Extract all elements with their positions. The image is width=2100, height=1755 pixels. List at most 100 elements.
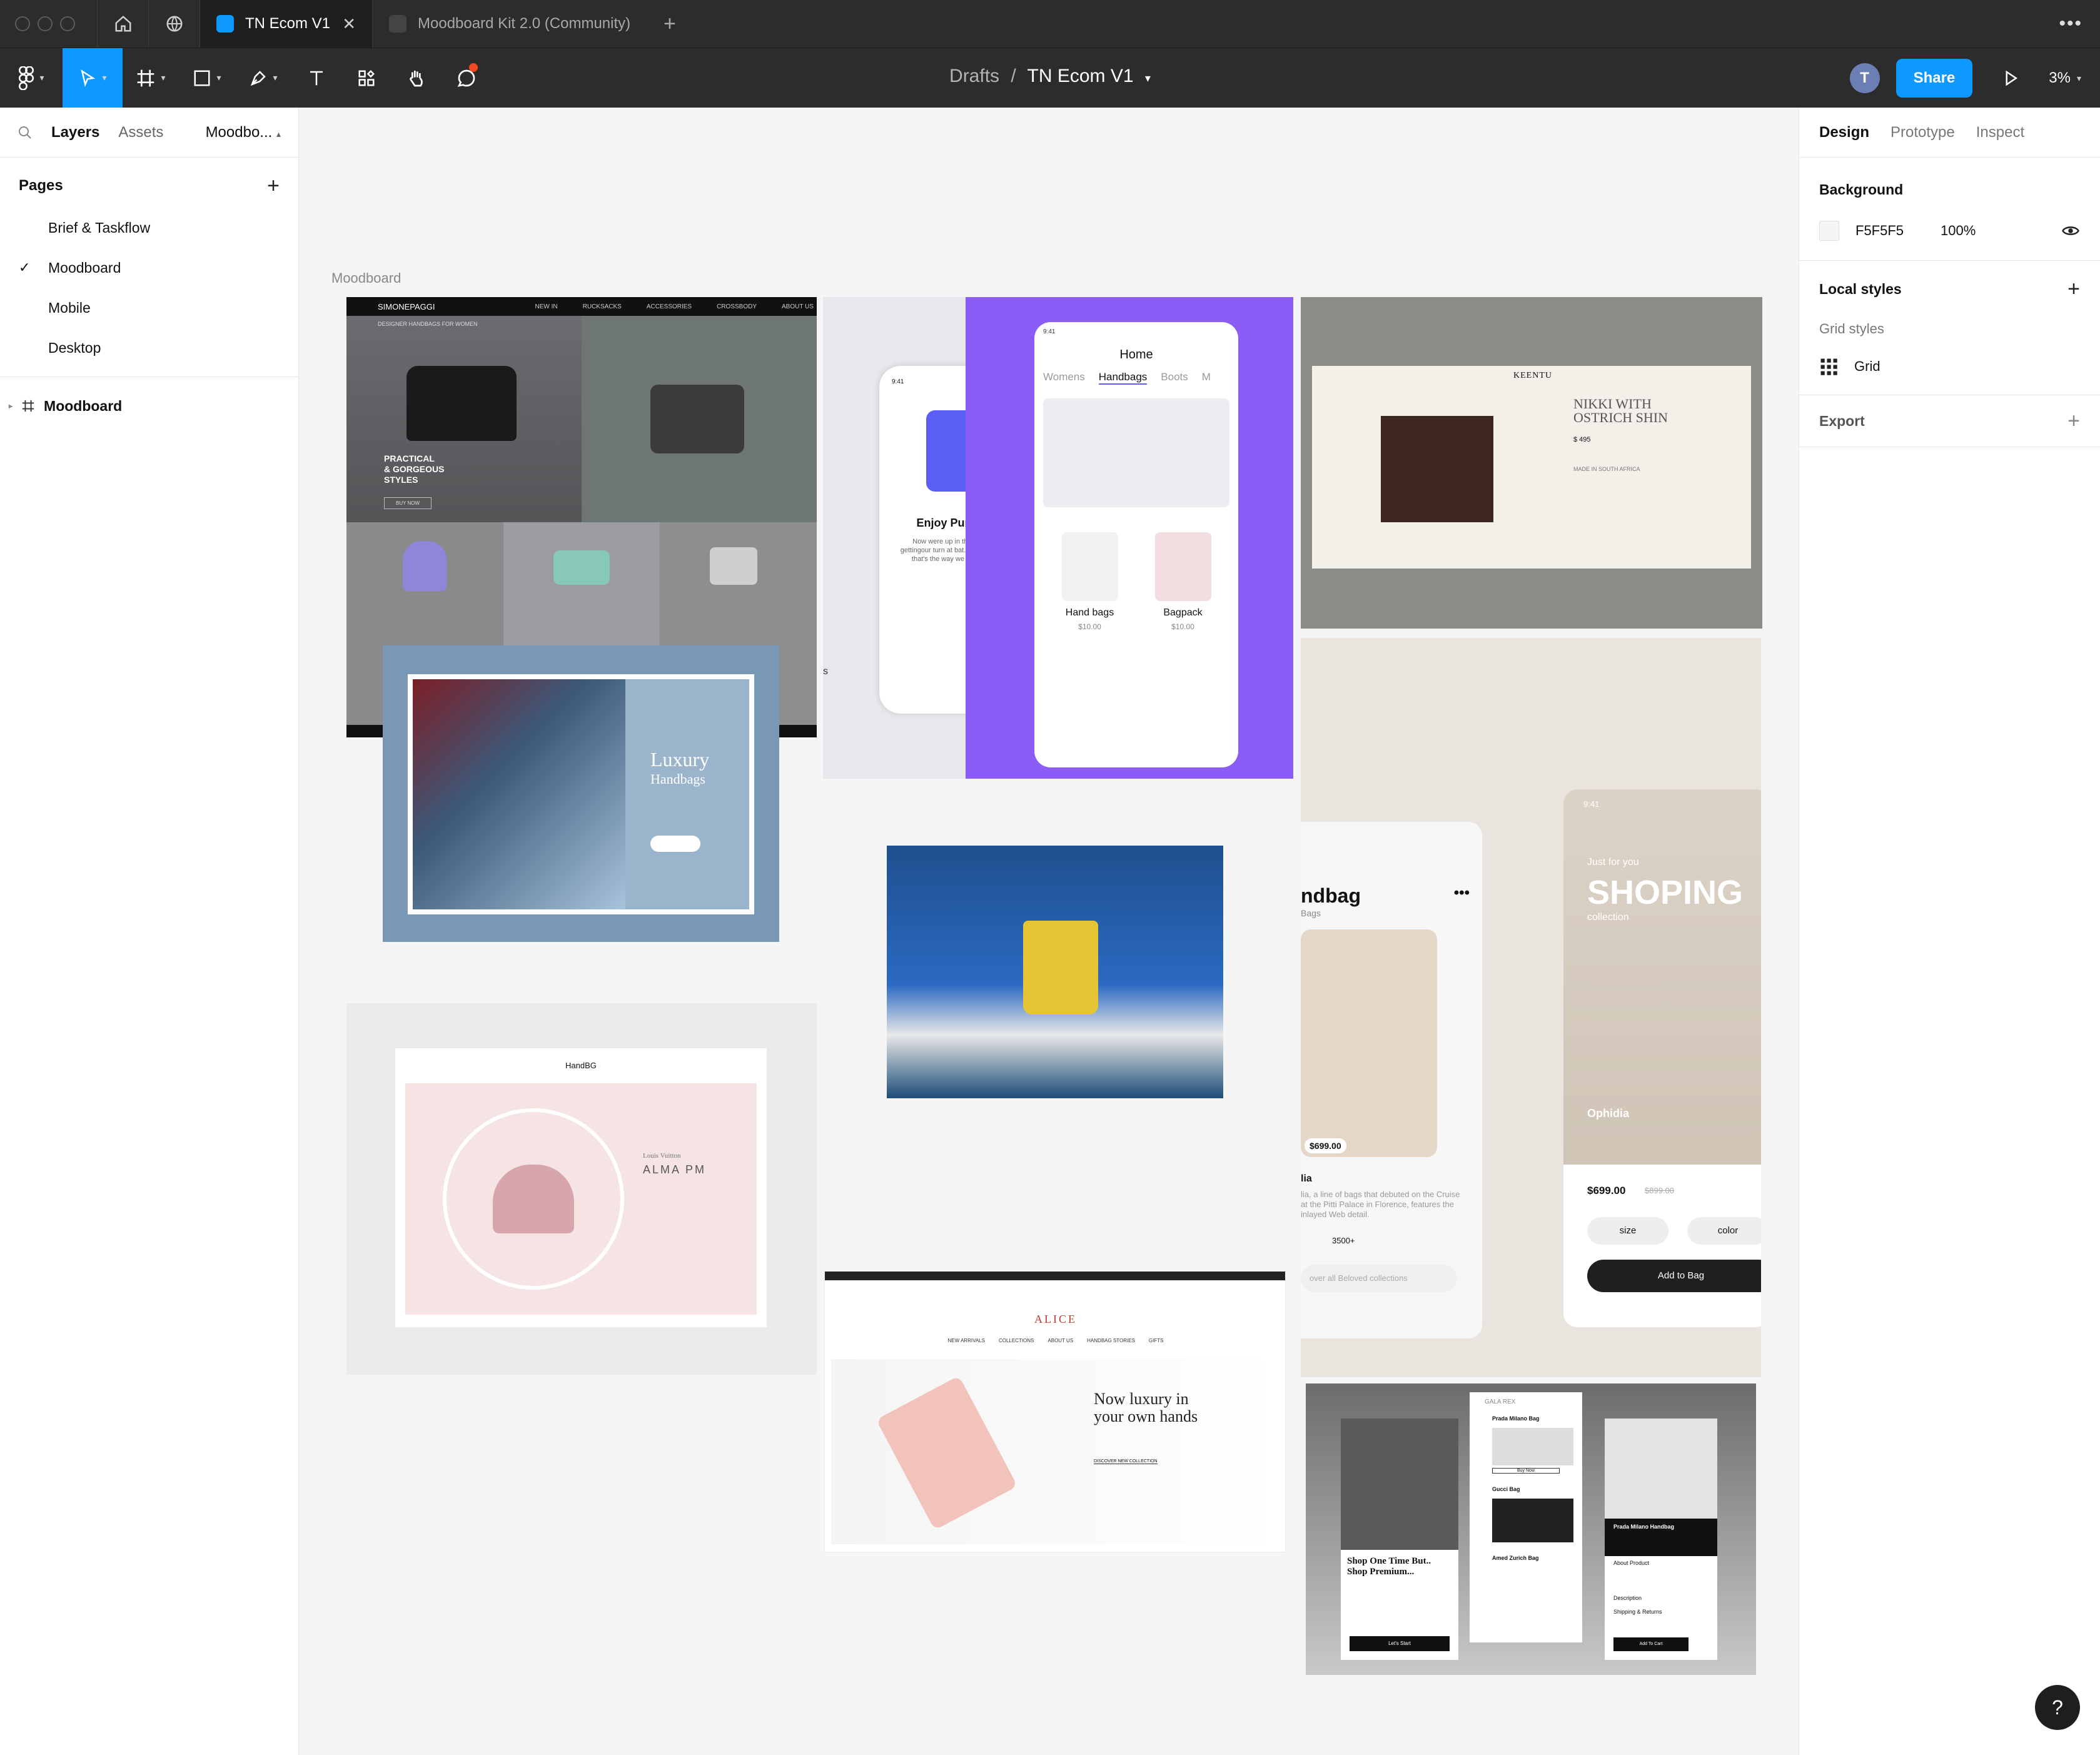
- help-button[interactable]: ?: [2035, 1685, 2080, 1730]
- brand-logo: ALICE: [1034, 1313, 1077, 1325]
- color-swatch[interactable]: [1819, 221, 1839, 241]
- discover-link: DISCOVER NEW COLLECTION: [1094, 1459, 1158, 1464]
- zoom-window-button[interactable]: [60, 16, 75, 31]
- page-mobile[interactable]: Mobile: [0, 288, 298, 328]
- buy-button: Buy Now: [1492, 1468, 1560, 1474]
- add-page-icon[interactable]: +: [267, 174, 280, 198]
- add-export-icon[interactable]: +: [2067, 409, 2080, 433]
- close-window-button[interactable]: [15, 16, 30, 31]
- nav-item: ABOUT US: [782, 303, 814, 310]
- product-grid: Hand bags $10.00 Bagpack $10.00: [1043, 532, 1229, 631]
- model-photo: [1301, 929, 1437, 1157]
- page-selector[interactable]: Moodbo... ▴: [206, 124, 281, 141]
- export-section: Export +: [1799, 395, 2100, 447]
- file-name[interactable]: TN Ecom V1: [1027, 66, 1134, 86]
- color-select: color: [1687, 1217, 1761, 1245]
- moodboard-tile-handbg[interactable]: HandBG Louis Vuitton ALMA PM: [346, 1003, 817, 1375]
- detail-title: Prada Milano Handbag: [1613, 1524, 1675, 1530]
- bag-image: [1492, 1499, 1573, 1542]
- pages-title: Pages: [19, 177, 63, 194]
- moodboard-tile-purchase-app[interactable]: 9:41 Enjoy Purchase! Now were up in the …: [823, 297, 966, 779]
- yellow-bag-image: [1023, 921, 1098, 1014]
- tab-layers[interactable]: Layers: [51, 124, 99, 141]
- home-button[interactable]: [97, 0, 148, 48]
- frame-tool[interactable]: ▾: [123, 48, 179, 108]
- canvas[interactable]: Moodboard SIMONEPAGGI NEW IN RUCKSACKS A…: [299, 108, 1799, 1755]
- search-icon[interactable]: [18, 125, 33, 140]
- bg-opacity-input[interactable]: 100%: [1941, 223, 1976, 239]
- moodboard-tile-mono-app[interactable]: Shop One Time But.. Shop Premium... Let'…: [1306, 1383, 1756, 1675]
- grid-style-item[interactable]: Grid: [1819, 347, 2080, 386]
- resources-tool[interactable]: [341, 48, 391, 108]
- hero-area: Now luxury in your own hands DISCOVER NE…: [831, 1359, 1279, 1544]
- product-name: Bagpack: [1163, 607, 1203, 618]
- page-moodboard[interactable]: ✓ Moodboard: [0, 248, 298, 288]
- status-time: 9:41: [1583, 799, 1600, 809]
- page-brief[interactable]: Brief & Taskflow: [0, 208, 298, 248]
- pages-header: Pages +: [0, 164, 298, 208]
- body-line: that's the way we Brady Bunch..: [911, 555, 966, 563]
- move-tool[interactable]: ▾: [63, 48, 123, 108]
- bg-hex-input[interactable]: F5F5F5: [1855, 223, 1924, 239]
- collection-label: collection: [1587, 912, 1629, 923]
- share-button[interactable]: Share: [1896, 59, 1973, 98]
- shape-tool[interactable]: ▾: [179, 48, 235, 108]
- moodboard-tile-shoping-app[interactable]: ndbag Bags ••• $699.00 lia lia, a line o…: [1301, 638, 1761, 1377]
- headline-line: PRACTICAL: [384, 453, 435, 463]
- close-tab-icon[interactable]: ✕: [342, 14, 356, 34]
- moodboard-tile-keentu[interactable]: KEENTU NIKKI WITH OSTRICH SHIN $ 495 MAD…: [1301, 297, 1762, 629]
- minimize-window-button[interactable]: [38, 16, 53, 31]
- moodboard-tile-yellow-bag[interactable]: [887, 846, 1223, 1098]
- pen-tool[interactable]: ▾: [235, 48, 291, 108]
- hero-headline: Now luxury in your own hands: [1094, 1390, 1198, 1425]
- frame-label[interactable]: Moodboard: [331, 270, 401, 286]
- text-icon: [310, 71, 323, 85]
- grid-style-name: Grid: [1854, 358, 1880, 374]
- web-mockup: KEENTU NIKKI WITH OSTRICH SHIN $ 495 MAD…: [1312, 366, 1751, 569]
- more-menu-button[interactable]: •••: [2059, 13, 2100, 34]
- page-desktop[interactable]: Desktop: [0, 328, 298, 368]
- background-fill-row[interactable]: F5F5F5 100%: [1819, 211, 2080, 250]
- main-menu-button[interactable]: ▾: [0, 48, 63, 108]
- right-panel-tabs: Design Prototype Inspect: [1799, 108, 2100, 158]
- hero-photo: [413, 679, 625, 909]
- tab-assets[interactable]: Assets: [118, 124, 163, 141]
- tab-prototype[interactable]: Prototype: [1891, 124, 1955, 141]
- tab-design[interactable]: Design: [1819, 124, 1869, 141]
- edge-letter: s: [823, 666, 828, 677]
- tab-moodboard-kit[interactable]: Moodboard Kit 2.0 (Community): [372, 0, 649, 48]
- tab-bar: TN Ecom V1 ✕ Moodboard Kit 2.0 (Communit…: [0, 0, 2100, 48]
- price-tag: $699.00: [1305, 1138, 1346, 1153]
- moodboard-tile-luxury[interactable]: Luxury Handbags: [383, 645, 779, 942]
- pink-bag-image: [493, 1165, 574, 1233]
- tab-inspect[interactable]: Inspect: [1976, 124, 2024, 141]
- add-style-icon[interactable]: +: [2067, 277, 2080, 301]
- zoom-menu[interactable]: 3% ▾: [2049, 69, 2081, 87]
- pen-icon: [251, 70, 266, 86]
- eye-icon[interactable]: [2061, 221, 2080, 240]
- layer-moodboard[interactable]: ▸ Moodboard: [0, 386, 298, 426]
- expand-arrow-icon[interactable]: ▸: [9, 402, 13, 410]
- site-header: SIMONEPAGGI NEW IN RUCKSACKS ACCESSORIES…: [346, 297, 817, 316]
- section-title: Background: [1819, 181, 1904, 198]
- new-tab-button[interactable]: +: [649, 12, 691, 36]
- check-icon: ✓: [19, 260, 31, 275]
- nav-item: GIFTS: [1148, 1338, 1164, 1343]
- moodboard-tile-alice[interactable]: ALICE NEW ARRIVALS COLLECTIONS ABOUT US …: [824, 1271, 1286, 1552]
- moodboard-tile-shop-app[interactable]: 9:41 Home Womens Handbags Boots M Hand b…: [966, 297, 1293, 779]
- breadcrumb-drafts[interactable]: Drafts: [949, 66, 999, 86]
- play-icon[interactable]: [2001, 69, 2020, 88]
- shop-title: Shop One Time But.. Shop Premium...: [1341, 1550, 1458, 1584]
- site-nav: NEW ARRIVALS COLLECTIONS ABOUT US HANDBA…: [825, 1338, 1285, 1343]
- figma-logo-icon: [19, 66, 34, 90]
- comment-tool[interactable]: [442, 48, 492, 108]
- made-in: MADE IN SOUTH AFRICA: [1573, 466, 1640, 472]
- tagline: Just for you: [1587, 857, 1639, 867]
- community-button[interactable]: [148, 0, 199, 48]
- chevron-down-icon[interactable]: ▾: [1145, 72, 1151, 84]
- about-label: About Product: [1613, 1560, 1650, 1566]
- text-tool[interactable]: [291, 48, 341, 108]
- avatar[interactable]: T: [1849, 63, 1880, 93]
- hand-tool[interactable]: [391, 48, 442, 108]
- tab-tn-ecom[interactable]: TN Ecom V1 ✕: [199, 0, 372, 48]
